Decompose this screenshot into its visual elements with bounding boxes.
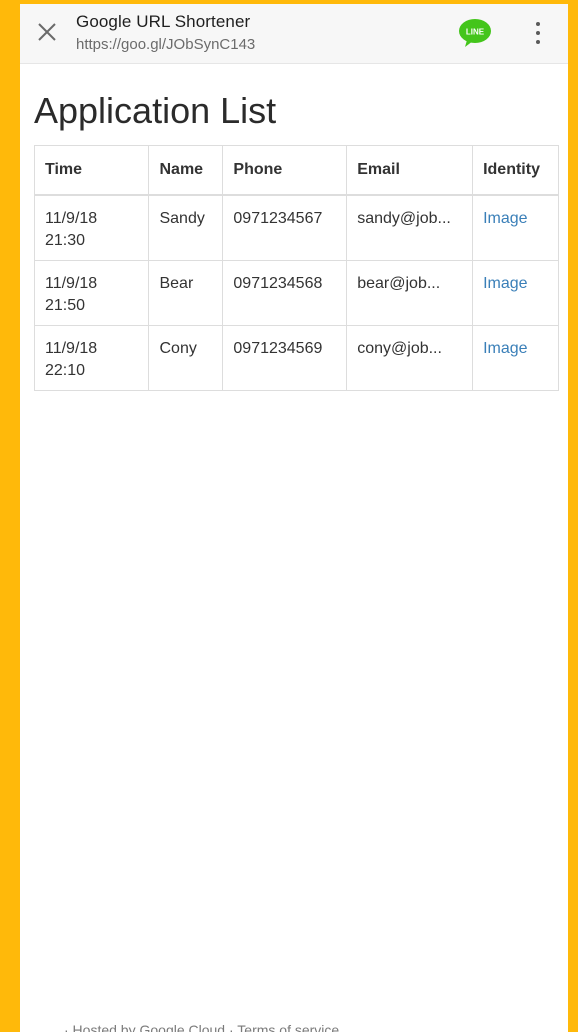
- cell-time: 11/9/18 21:50: [33, 260, 150, 326]
- browser-frame: Google URL Shortener https://goo.gl/JObS…: [20, 4, 568, 1032]
- cell-time: 11/9/18 21:30: [33, 194, 150, 261]
- table-row: 11/9/18 22:10 Cony 0971234569 cony@job...…: [33, 325, 559, 391]
- cell-name: Sandy: [148, 194, 224, 261]
- cell-name: Bear: [148, 260, 224, 326]
- cell-phone: 0971234569: [222, 325, 348, 391]
- more-menu-button[interactable]: [526, 19, 550, 47]
- cell-phone: 0971234567: [222, 194, 348, 261]
- identity-image-link[interactable]: Image: [483, 275, 527, 292]
- browser-top-bar: Google URL Shortener https://goo.gl/JObS…: [20, 4, 568, 64]
- close-icon: [38, 23, 56, 41]
- column-header-identity: Identity: [472, 145, 559, 196]
- table-row: 11/9/18 21:30 Sandy 0971234567 sandy@job.…: [33, 194, 559, 261]
- line-label: LINE: [466, 28, 485, 37]
- line-icon: LINE: [459, 19, 491, 47]
- column-header-email: Email: [346, 145, 474, 196]
- cell-time: 11/9/18 22:10: [33, 325, 150, 391]
- cell-identity: Image: [472, 325, 559, 391]
- page-url: https://goo.gl/JObSynC143: [76, 36, 256, 53]
- column-header-phone: Phone: [222, 145, 348, 196]
- cell-phone: 0971234568: [222, 260, 348, 326]
- application-table: Time Name Phone Email Identity 11/9/18 21…: [33, 145, 559, 391]
- column-header-name: Name: [148, 145, 224, 196]
- page-heading: Application List: [34, 90, 277, 131]
- close-button[interactable]: [34, 19, 60, 45]
- table-header-row: Time Name Phone Email Identity: [33, 145, 559, 196]
- cell-email: sandy@job...: [346, 194, 474, 261]
- identity-image-link[interactable]: Image: [483, 210, 527, 227]
- column-header-time: Time: [33, 145, 150, 196]
- identity-image-link[interactable]: Image: [483, 340, 527, 357]
- page-title-bar: Google URL Shortener: [76, 12, 251, 31]
- cell-email: cony@job...: [346, 325, 474, 391]
- line-share-button[interactable]: LINE: [457, 18, 493, 48]
- footer-text: · Hosted by Google Cloud · Terms of serv…: [64, 1022, 340, 1032]
- cell-email: bear@job...: [346, 260, 474, 326]
- cell-identity: Image: [472, 260, 559, 326]
- more-vert-icon: [536, 22, 540, 26]
- cell-name: Cony: [148, 325, 224, 391]
- table-row: 11/9/18 21:50 Bear 0971234568 bear@job...…: [33, 260, 559, 326]
- cell-identity: Image: [472, 194, 559, 261]
